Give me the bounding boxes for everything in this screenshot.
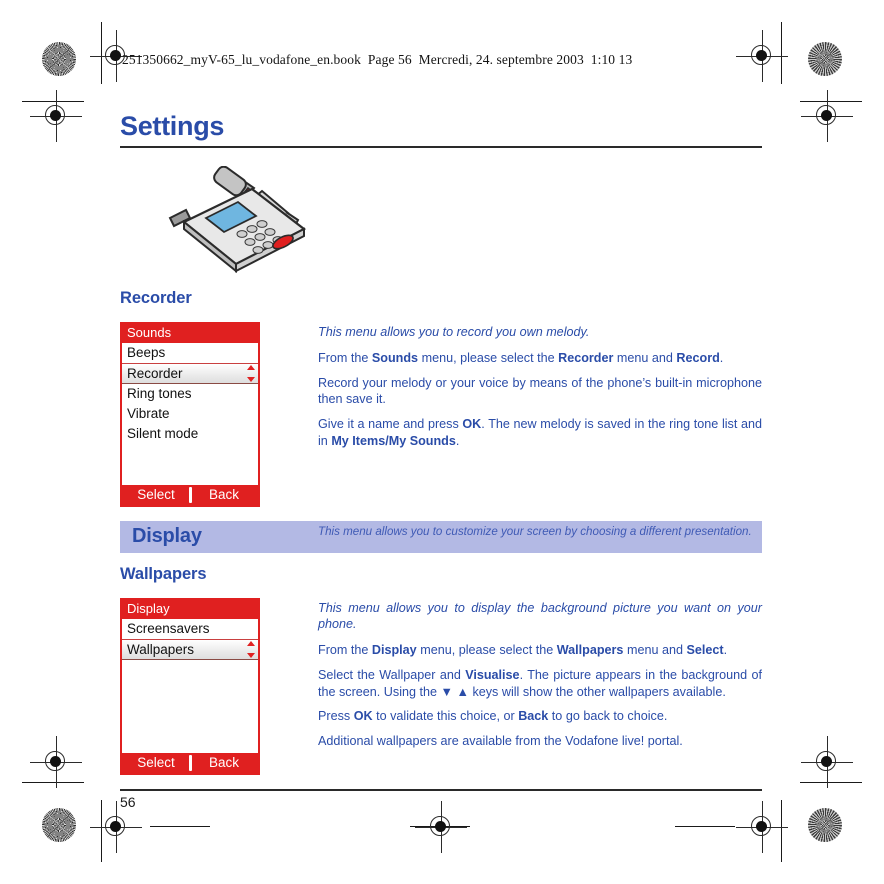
registration-target-right-lower (801, 736, 853, 788)
menu-item-ring-tones[interactable]: Ring tones (122, 384, 258, 404)
softkey-bar-sounds: Select Back (122, 485, 258, 506)
arrow-up-icon[interactable] (246, 640, 255, 646)
starburst-mark-top-right (808, 42, 842, 76)
page-content: Settings Recorder Sounds Beeps Recorder … (120, 100, 762, 810)
softkey-back[interactable]: Back (190, 753, 258, 773)
scroll-arrows[interactable] (246, 640, 255, 659)
recorder-text-column: This menu allows you to record you own m… (318, 322, 762, 457)
softkey-divider (188, 487, 192, 504)
page-number: 56 (120, 793, 136, 810)
crop-tick-bottom-1 (150, 826, 210, 828)
crop-line-br-vert (781, 800, 783, 862)
phone-with-screwdriver-illustration (164, 165, 324, 276)
wallpapers-paragraph-4: Additional wallpapers are available from… (318, 734, 683, 749)
footer-rule (120, 789, 762, 791)
menu-item-wallpapers-label: Wallpapers (127, 641, 195, 657)
wallpapers-paragraph-3: Press OK to validate this choice, or Bac… (318, 709, 668, 724)
phone-screen-title-sounds: Sounds (122, 324, 258, 344)
page-title: Settings (120, 111, 225, 141)
wallpapers-paragraph-1: From the Display menu, please select the… (318, 643, 728, 658)
recorder-section: Sounds Beeps Recorder Ring tones Vibrate… (120, 322, 762, 508)
phone-screen-filler (122, 443, 258, 486)
registration-target-left-upper (30, 90, 82, 142)
wallpapers-section: Display Screensavers Wallpapers Select B… (120, 597, 762, 776)
arrow-up-icon[interactable] (246, 364, 255, 370)
phone-screen-filler (122, 660, 258, 754)
starburst-mark-top-left (42, 42, 76, 76)
softkey-bar-display: Select Back (122, 753, 258, 774)
banner-description-display: This menu allows you to customize your s… (318, 525, 752, 539)
menu-item-beeps[interactable]: Beeps (122, 343, 258, 363)
registration-target-bottom-center (415, 801, 467, 853)
starburst-mark-bottom-right (808, 808, 842, 842)
softkey-back[interactable]: Back (190, 485, 258, 505)
crop-tick-bottom-3 (675, 826, 735, 828)
wallpapers-text-column: This menu allows you to display the back… (318, 598, 762, 758)
crop-line-br-horz (800, 782, 862, 784)
registration-target-left-lower (30, 736, 82, 788)
softkey-select[interactable]: Select (122, 485, 190, 505)
menu-item-screensavers[interactable]: Screensavers (122, 618, 258, 639)
section-heading-recorder: Recorder (120, 289, 192, 308)
wallpapers-paragraph-2: Select the Wallpaper and Visualise. The … (318, 667, 762, 699)
registration-target-bottom-right (736, 801, 788, 853)
softkey-divider (188, 755, 192, 772)
menu-item-recorder-selected[interactable]: Recorder (122, 362, 258, 385)
arrow-down-icon[interactable] (246, 653, 255, 659)
book-header-line: 251350662_myV-65_lu_vodafone_en.book Pag… (122, 52, 633, 67)
recorder-paragraph-1: From the Sounds menu, please select the … (318, 350, 724, 365)
recorder-paragraph-3: Give it a name and press OK. The new mel… (318, 417, 762, 448)
softkey-select[interactable]: Select (122, 753, 190, 773)
menu-item-vibrate[interactable]: Vibrate (122, 403, 258, 424)
phone-screen-title-display: Display (122, 599, 258, 619)
recorder-intro-text: This menu allows you to record you own m… (318, 325, 590, 340)
recorder-paragraph-2: Record your melody or your voice by mean… (318, 375, 762, 407)
starburst-mark-bottom-left (42, 808, 76, 842)
banner-title-display: Display (132, 525, 202, 548)
wallpapers-intro-text: This menu allows you to display the back… (318, 600, 762, 632)
phone-screen-display: Display Screensavers Wallpapers Select B… (120, 597, 260, 776)
crop-line-tr-vert (781, 22, 783, 84)
menu-item-recorder-label: Recorder (127, 365, 183, 381)
recorder-screen-column: Sounds Beeps Recorder Ring tones Vibrate… (120, 322, 318, 508)
crop-line-bl-horz (22, 782, 84, 784)
menu-item-silent-mode[interactable]: Silent mode (122, 423, 258, 444)
registration-target-bottom-left (90, 801, 142, 853)
display-section-banner: Display This menu allows you to customiz… (120, 521, 762, 554)
registration-target-top-right (736, 30, 788, 82)
section-heading-wallpapers: Wallpapers (120, 565, 207, 584)
scroll-arrows[interactable] (246, 364, 255, 383)
registration-target-right-upper (801, 90, 853, 142)
wallpapers-screen-column: Display Screensavers Wallpapers Select B… (120, 597, 318, 776)
arrow-down-icon[interactable] (246, 377, 255, 383)
title-rule (120, 145, 762, 148)
menu-item-wallpapers-selected[interactable]: Wallpapers (122, 638, 258, 661)
phone-screen-sounds: Sounds Beeps Recorder Ring tones Vibrate… (120, 322, 260, 508)
